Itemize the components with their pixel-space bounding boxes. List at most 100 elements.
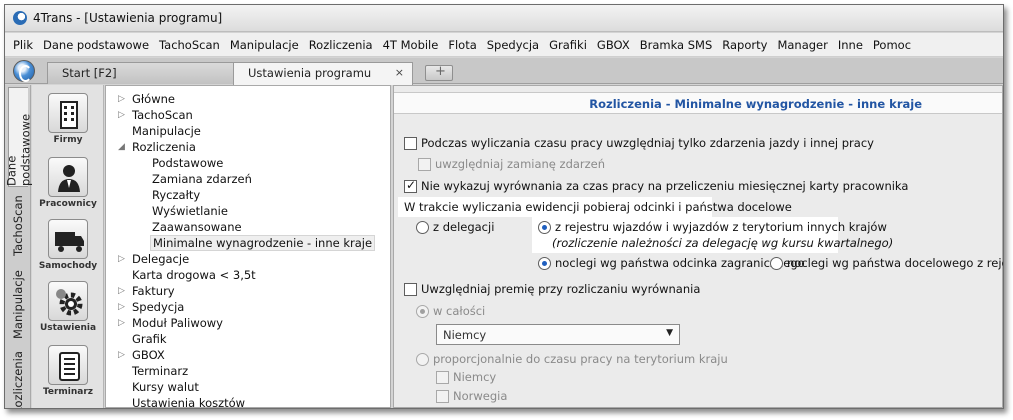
tree-label: Moduł Paliwowy bbox=[132, 316, 223, 330]
menu-bramka-sms[interactable]: Bramka SMS bbox=[640, 38, 713, 52]
app-logo-icon bbox=[13, 11, 27, 25]
tree-item-spedycja[interactable]: ▷ Spedycja bbox=[118, 300, 184, 316]
menu-flota[interactable]: Flota bbox=[448, 38, 476, 52]
expand-arrow-icon[interactable]: ▷ bbox=[118, 254, 125, 264]
radio-z-delegacji[interactable]: z delegacji bbox=[416, 220, 494, 234]
tree-item-tachoscan[interactable]: ▷ TachoScan bbox=[118, 108, 193, 124]
tree-item-terminarz[interactable]: Terminarz bbox=[132, 364, 188, 380]
checkbox-norwegia[interactable]: Norwegia bbox=[436, 389, 507, 403]
checkbox[interactable] bbox=[436, 389, 449, 403]
tree-item-zamiana-zdarzen[interactable]: Zamiana zdarzeń bbox=[152, 172, 252, 188]
menu-rozliczenia[interactable]: Rozliczenia bbox=[309, 38, 373, 52]
tree-item-podstawowe[interactable]: Podstawowe bbox=[152, 156, 223, 172]
option-tylko-zdarzenia-jazdy[interactable]: Podczas wyliczania czasu pracy uwzględni… bbox=[404, 136, 874, 150]
radio-noclegi-odcinka[interactable]: noclegi wg państwa odcinka zagranicznego bbox=[538, 256, 805, 270]
expand-arrow-icon[interactable]: ▷ bbox=[118, 94, 125, 104]
radio-w-calosci[interactable]: w całości bbox=[416, 304, 485, 318]
module-pracownicy[interactable]: Pracownicy bbox=[32, 157, 104, 209]
vtab-manipulacje[interactable]: Manipulacje bbox=[8, 265, 28, 345]
option-label: noclegi wg państwa docelowego z rejestru bbox=[787, 256, 1003, 270]
tree-item-faktury[interactable]: ▷ Faktury bbox=[118, 284, 175, 300]
dropdown-arrow-icon[interactable]: ▼ bbox=[666, 328, 673, 338]
option-label: Podczas wyliczania czasu pracy uwzględni… bbox=[421, 136, 874, 150]
gear-icon bbox=[48, 281, 88, 321]
tree-item-minimalne-wynagrodzenie[interactable]: Minimalne wynagrodzenie - inne kraje bbox=[150, 235, 376, 251]
radio-proporcjonalnie[interactable]: proporcjonalnie do czasu pracy na teryto… bbox=[416, 352, 728, 366]
expand-arrow-icon[interactable]: ▷ bbox=[118, 318, 125, 328]
tree-item-glowne[interactable]: ▷ Główne bbox=[118, 92, 175, 108]
radio-button-selected[interactable] bbox=[538, 220, 551, 234]
tree-item-ryczalty[interactable]: Ryczałty bbox=[152, 188, 200, 204]
radio-z-rejestru-note: (rozliczenie należności za delegację wg … bbox=[552, 236, 893, 250]
menu-gbox[interactable]: GBOX bbox=[597, 38, 630, 52]
vtab-dane-podstawowe[interactable]: Dane podstawowe bbox=[5, 87, 33, 187]
module-terminarz[interactable]: Terminarz bbox=[32, 345, 104, 397]
radio-button-selected[interactable] bbox=[538, 256, 551, 270]
new-tab-button[interactable] bbox=[425, 64, 453, 81]
vtab-tachoscan[interactable]: TachoScan bbox=[8, 191, 28, 261]
collapse-arrow-icon[interactable]: ◢ bbox=[118, 142, 125, 152]
radio-button-selected[interactable] bbox=[416, 304, 429, 318]
radio-button[interactable] bbox=[416, 352, 429, 366]
module-firmy[interactable]: Firmy bbox=[32, 93, 104, 145]
tab-start[interactable]: Start [F2] bbox=[47, 62, 235, 84]
tree-label: GBOX bbox=[132, 348, 165, 362]
menu-4t-mobile[interactable]: 4T Mobile bbox=[383, 38, 439, 52]
menu-bar: Plik Dane podstawowe TachoScan Manipulac… bbox=[5, 33, 1003, 57]
menu-spedycja[interactable]: Spedycja bbox=[487, 38, 539, 52]
menu-dane-podstawowe[interactable]: Dane podstawowe bbox=[43, 38, 149, 52]
select-value: Niemcy bbox=[443, 328, 487, 342]
checkbox-niemcy[interactable]: Niemcy bbox=[436, 370, 496, 384]
expand-arrow-icon[interactable]: ▷ bbox=[118, 350, 125, 360]
menu-plik[interactable]: Plik bbox=[13, 38, 33, 52]
tree-item-wyswietlanie[interactable]: Wyświetlanie bbox=[152, 204, 228, 220]
tab-ustawienia-programu[interactable]: Ustawienia programu × bbox=[233, 62, 413, 85]
vtab-rozliczenia[interactable]: Rozliczenia bbox=[8, 349, 28, 408]
radio-noclegi-docelowego[interactable]: noclegi wg państwa docelowego z rejestru bbox=[770, 256, 1003, 270]
expand-arrow-icon[interactable]: ▷ bbox=[118, 286, 125, 296]
title-bar: 4Trans - [Ustawienia programu] bbox=[5, 5, 1003, 32]
menu-manager[interactable]: Manager bbox=[777, 38, 827, 52]
radio-button[interactable] bbox=[770, 256, 783, 270]
menu-manipulacje[interactable]: Manipulacje bbox=[230, 38, 299, 52]
expand-arrow-icon[interactable]: ▷ bbox=[118, 302, 125, 312]
tree-item-delegacje[interactable]: ▷ Delegacje bbox=[118, 252, 189, 268]
menu-grafiki[interactable]: Grafiki bbox=[549, 38, 587, 52]
option-uwzgledniaj-premie[interactable]: Uwzględniaj premię przy rozliczaniu wyró… bbox=[404, 282, 700, 296]
tree-label: Zamiana zdarzeń bbox=[152, 172, 252, 186]
close-icon[interactable]: × bbox=[395, 66, 404, 79]
truck-icon bbox=[48, 219, 88, 259]
tree-item-kursy-walut[interactable]: Kursy walut bbox=[132, 380, 199, 396]
menu-tachoscan[interactable]: TachoScan bbox=[159, 38, 220, 52]
radio-z-rejestru[interactable]: z rejestru wjazdów i wyjazdów z terytori… bbox=[538, 220, 887, 234]
tree-label: Delegacje bbox=[132, 252, 190, 266]
checkbox[interactable] bbox=[418, 157, 431, 171]
tree-item-modul-paliwowy[interactable]: ▷ Moduł Paliwowy bbox=[118, 316, 223, 332]
option-zamiana-zdarzen[interactable]: uwzględniaj zamianę zdarzeń bbox=[418, 157, 605, 171]
checkbox[interactable] bbox=[404, 136, 417, 150]
module-ustawienia[interactable]: Ustawienia bbox=[32, 281, 104, 333]
tree-item-zaawansowane[interactable]: Zaawansowane bbox=[152, 220, 242, 236]
module-samochody[interactable]: Samochody bbox=[32, 219, 104, 271]
checkbox-checked[interactable] bbox=[404, 178, 417, 193]
document-tab-bar: Start [F2] Ustawienia programu × bbox=[5, 58, 1003, 85]
expand-arrow-icon[interactable]: ▷ bbox=[118, 110, 125, 120]
checkbox[interactable] bbox=[404, 282, 417, 296]
country-select[interactable]: Niemcy ▼ bbox=[436, 324, 680, 345]
menu-raporty[interactable]: Raporty bbox=[722, 38, 767, 52]
menu-inne[interactable]: Inne bbox=[838, 38, 863, 52]
section-label-text: W trakcie wyliczania ewidencji pobieraj … bbox=[404, 200, 792, 214]
tree-item-ustawienia-kosztow[interactable]: Ustawienia kosztów bbox=[132, 396, 245, 408]
app-menu-button[interactable] bbox=[13, 60, 35, 82]
tree-item-gbox[interactable]: ▷ GBOX bbox=[118, 348, 165, 364]
option-nie-wykazuj-wyrownania[interactable]: Nie wykazuj wyrównania za czas pracy na … bbox=[404, 178, 908, 193]
tree-label: Ryczałty bbox=[152, 188, 201, 202]
tree-item-manipulacje[interactable]: Manipulacje bbox=[132, 124, 201, 140]
vertical-tab-strip: Dane podstawowe TachoScan Manipulacje Ro… bbox=[5, 85, 33, 408]
radio-button[interactable] bbox=[416, 220, 429, 234]
menu-pomoc[interactable]: Pomoc bbox=[873, 38, 911, 52]
tree-item-grafik[interactable]: Grafik bbox=[132, 332, 167, 348]
tree-item-rozliczenia[interactable]: ◢ Rozliczenia bbox=[118, 140, 196, 156]
tree-item-karta-drogowa[interactable]: Karta drogowa < 3,5t bbox=[132, 268, 256, 284]
checkbox[interactable] bbox=[436, 370, 449, 384]
